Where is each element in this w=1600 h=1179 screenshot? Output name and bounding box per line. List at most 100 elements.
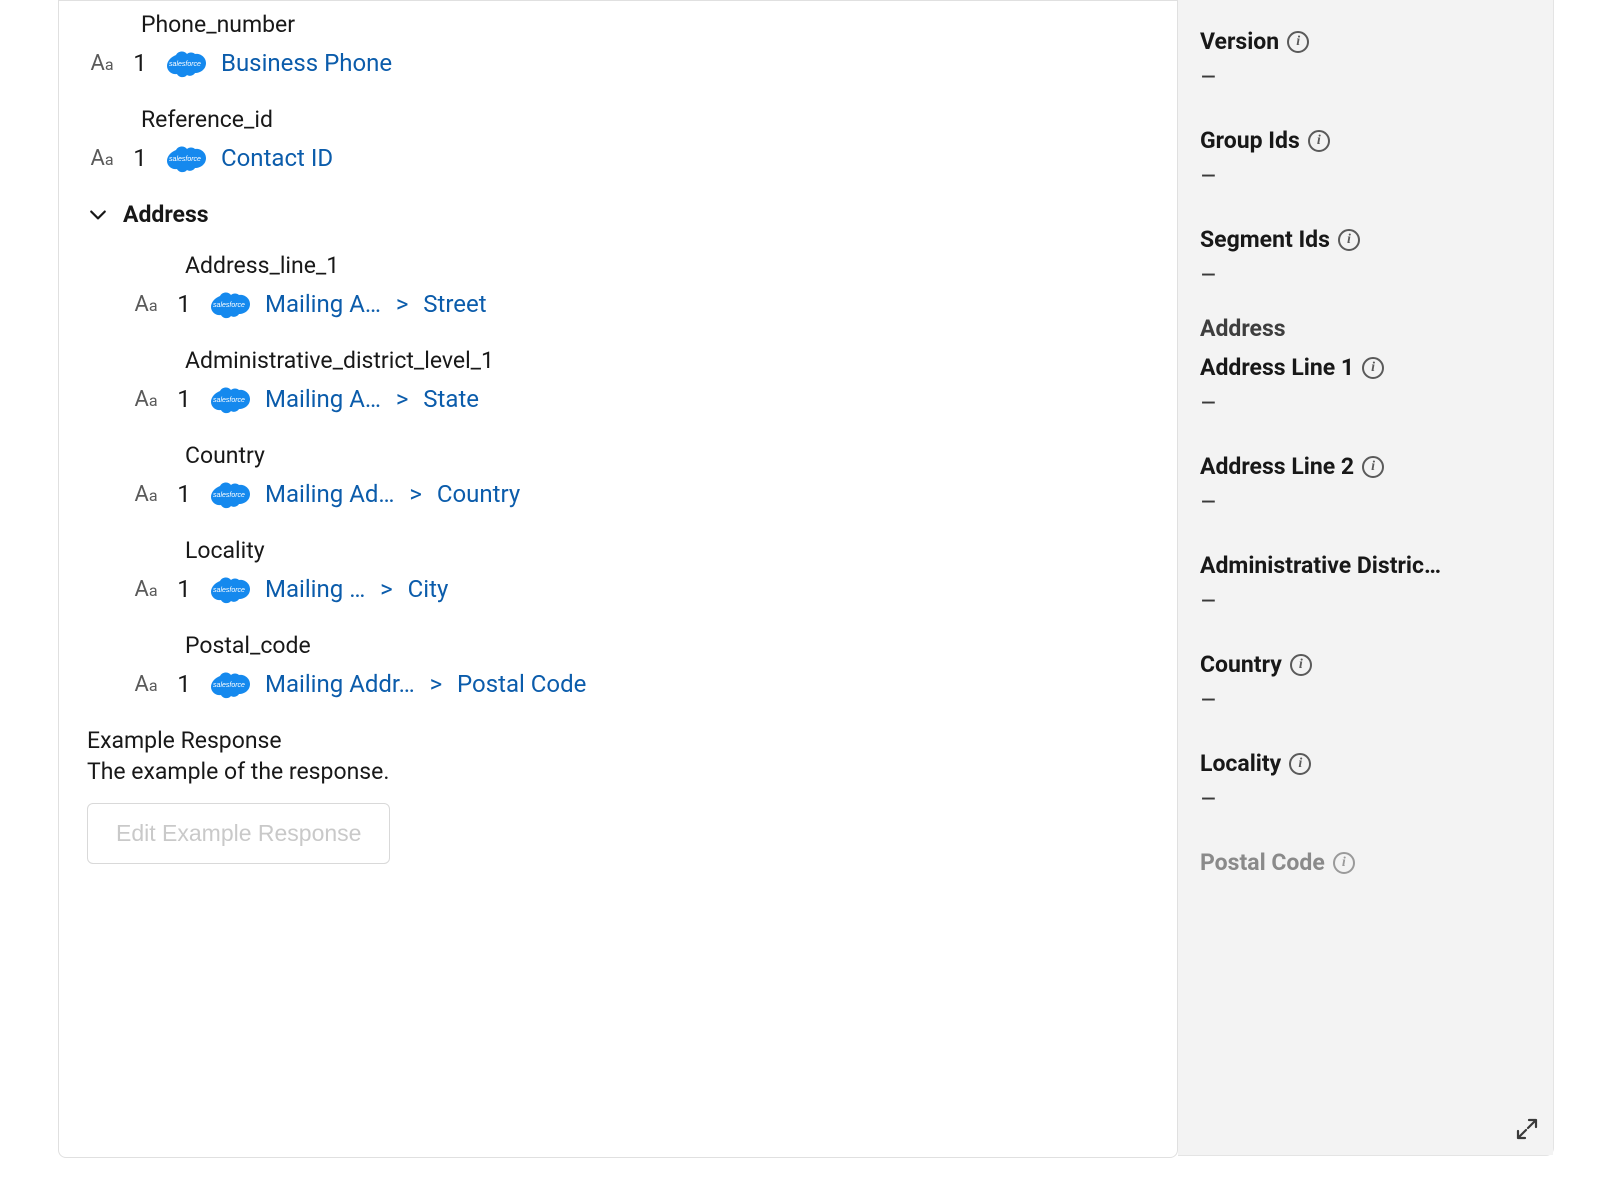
field-country: Country Aa 1 salesforce Mailing Ad… > Co… xyxy=(131,442,1149,509)
field-admin-district-1: Administrative_district_level_1 Aa 1 sal… xyxy=(131,347,1149,414)
salesforce-cloud-icon: salesforce xyxy=(163,143,207,173)
field-reference-id: Reference_id Aa 1 salesforce Contact ID xyxy=(87,106,1149,173)
mapping-part-a: Mailing A… xyxy=(265,385,381,413)
mapping-part-b: Street xyxy=(423,290,486,318)
fade-overlay xyxy=(1178,1035,1553,1155)
example-response-label: Example Response xyxy=(87,727,1149,754)
salesforce-cloud-icon: salesforce xyxy=(163,48,207,78)
svg-text:salesforce: salesforce xyxy=(213,587,245,594)
field-label: Phone_number xyxy=(87,11,1149,38)
mapping-part-a: Mailing Addr… xyxy=(265,670,415,698)
example-response-desc: The example of the response. xyxy=(87,758,1149,785)
field-label: Locality xyxy=(131,537,1149,564)
info-icon[interactable]: i xyxy=(1338,229,1360,251)
mapping-link[interactable]: Mailing A… > Street xyxy=(265,290,487,318)
side-value: – xyxy=(1200,63,1531,93)
mapping-count: 1 xyxy=(175,670,193,698)
side-value: – xyxy=(1200,587,1531,617)
svg-text:salesforce: salesforce xyxy=(213,302,245,309)
side-label-version: Version i xyxy=(1200,28,1531,55)
info-icon[interactable]: i xyxy=(1333,852,1355,874)
mapping-count: 1 xyxy=(175,480,193,508)
svg-text:salesforce: salesforce xyxy=(213,492,245,499)
info-icon[interactable]: i xyxy=(1362,357,1384,379)
mapping-link[interactable]: Mailing Ad… > Country xyxy=(265,480,520,508)
field-label: Address_line_1 xyxy=(131,252,1149,279)
svg-text:salesforce: salesforce xyxy=(213,682,245,689)
field-label: Administrative_district_level_1 xyxy=(131,347,1149,374)
chevron-right-icon: > xyxy=(424,670,448,698)
salesforce-cloud-icon: salesforce xyxy=(207,384,251,414)
field-address-line-1: Address_line_1 Aa 1 salesforce Mailing A… xyxy=(131,252,1149,319)
svg-text:salesforce: salesforce xyxy=(169,61,201,68)
chevron-down-icon xyxy=(87,204,109,226)
section-title: Address xyxy=(123,201,209,228)
mapping-count: 1 xyxy=(175,385,193,413)
section-toggle-address[interactable]: Address xyxy=(87,201,1149,228)
svg-text:salesforce: salesforce xyxy=(169,156,201,163)
side-label-country: Country i xyxy=(1200,651,1531,678)
expand-icon[interactable] xyxy=(1515,1117,1539,1141)
mapping-link[interactable]: Mailing A… > State xyxy=(265,385,479,413)
chevron-right-icon: > xyxy=(390,290,414,318)
field-label: Reference_id xyxy=(87,106,1149,133)
side-label-segment-ids: Segment Ids i xyxy=(1200,226,1531,253)
mapping-count: 1 xyxy=(131,49,149,77)
side-value: – xyxy=(1200,785,1531,815)
mapping-link[interactable]: Contact ID xyxy=(221,144,333,172)
text-type-icon: Aa xyxy=(131,672,161,697)
salesforce-cloud-icon: salesforce xyxy=(207,479,251,509)
side-value: – xyxy=(1200,389,1531,419)
field-locality: Locality Aa 1 salesforce Mailing … > Cit… xyxy=(131,537,1149,604)
field-postal-code: Postal_code Aa 1 salesforce Mailing Addr… xyxy=(131,632,1149,699)
salesforce-cloud-icon: salesforce xyxy=(207,289,251,319)
mapping-link[interactable]: Mailing Addr… > Postal Code xyxy=(265,670,586,698)
info-icon[interactable]: i xyxy=(1287,31,1309,53)
mapping-part-b: Country xyxy=(437,480,520,508)
info-icon[interactable]: i xyxy=(1290,654,1312,676)
field-label: Postal_code xyxy=(131,632,1149,659)
text-type-icon: Aa xyxy=(87,51,117,76)
mapping-count: 1 xyxy=(175,290,193,318)
text-type-icon: Aa xyxy=(87,146,117,171)
mapping-part-a: Mailing A… xyxy=(265,290,381,318)
mapping-part-a: Mailing … xyxy=(265,575,365,603)
side-label-group-ids: Group Ids i xyxy=(1200,127,1531,154)
mapping-link[interactable]: Business Phone xyxy=(221,49,392,77)
side-value: – xyxy=(1200,162,1531,192)
side-value: – xyxy=(1200,261,1531,291)
side-label-address-line-2: Address Line 2 i xyxy=(1200,453,1531,480)
info-icon[interactable]: i xyxy=(1362,456,1384,478)
mapping-part-b: Postal Code xyxy=(457,670,586,698)
chevron-right-icon: > xyxy=(390,385,414,413)
edit-example-response-button: Edit Example Response xyxy=(87,803,390,864)
field-label: Country xyxy=(131,442,1149,469)
side-label-locality: Locality i xyxy=(1200,750,1531,777)
side-subheader-address: Address xyxy=(1200,315,1531,342)
main-panel: Phone_number Aa 1 salesforce Business Ph… xyxy=(58,0,1178,1158)
text-type-icon: Aa xyxy=(131,292,161,317)
side-value: – xyxy=(1200,488,1531,518)
salesforce-cloud-icon: salesforce xyxy=(207,669,251,699)
side-label-admin-district: Administrative Distric… xyxy=(1200,552,1531,579)
side-label-address-line-1: Address Line 1 i xyxy=(1200,354,1531,381)
info-icon[interactable]: i xyxy=(1308,130,1330,152)
mapping-part-b: State xyxy=(423,385,479,413)
info-icon[interactable]: i xyxy=(1289,753,1311,775)
text-type-icon: Aa xyxy=(131,482,161,507)
address-nested-group: Address_line_1 Aa 1 salesforce Mailing A… xyxy=(87,252,1149,699)
field-phone-number: Phone_number Aa 1 salesforce Business Ph… xyxy=(87,11,1149,78)
side-panel: Version i – Group Ids i – Segment Ids i … xyxy=(1178,0,1554,1156)
side-label-postal-code: Postal Code i xyxy=(1200,849,1531,876)
mapping-link[interactable]: Mailing … > City xyxy=(265,575,448,603)
chevron-right-icon: > xyxy=(403,480,427,508)
mapping-count: 1 xyxy=(131,144,149,172)
chevron-right-icon: > xyxy=(374,575,398,603)
text-type-icon: Aa xyxy=(131,577,161,602)
salesforce-cloud-icon: salesforce xyxy=(207,574,251,604)
mapping-part-a: Mailing Ad… xyxy=(265,480,394,508)
svg-text:salesforce: salesforce xyxy=(213,397,245,404)
side-value: – xyxy=(1200,686,1531,716)
text-type-icon: Aa xyxy=(131,387,161,412)
mapping-part-b: City xyxy=(408,575,449,603)
